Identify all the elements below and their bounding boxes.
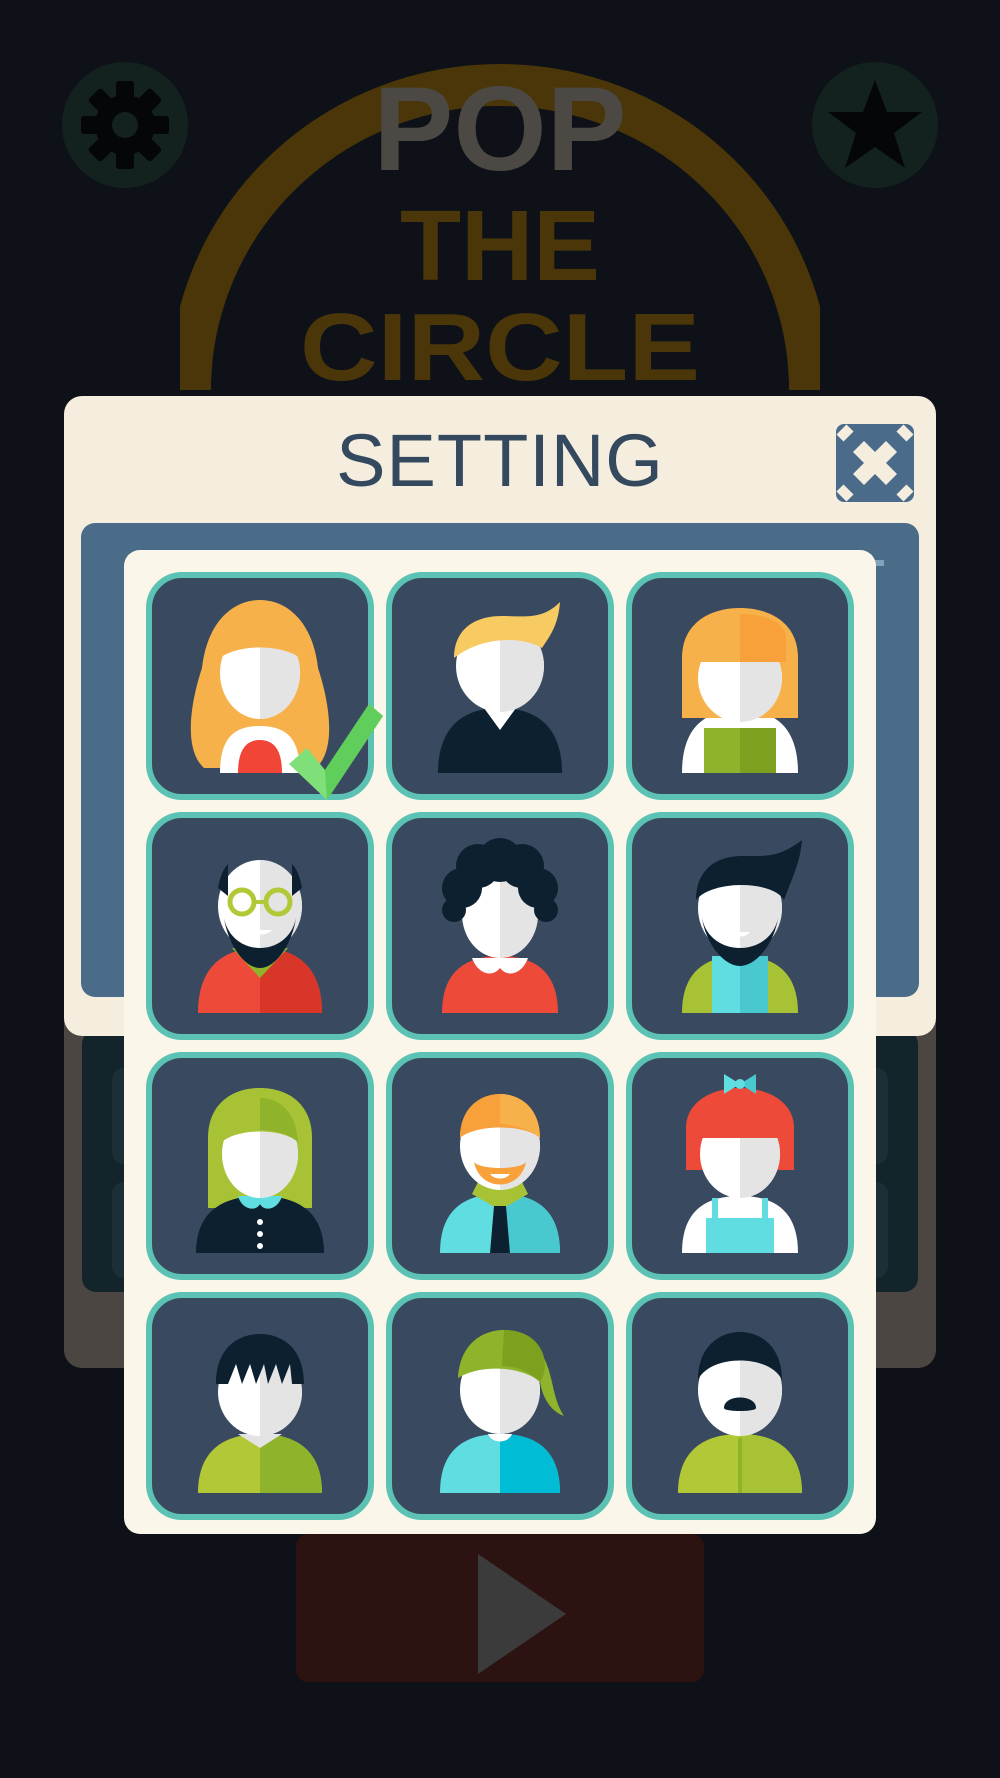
avatar-10[interactable] [146,1292,374,1520]
close-button[interactable] [836,424,914,502]
favorites-button[interactable] [812,62,938,188]
close-icon [836,424,914,502]
logo-line-2: THE [400,190,600,302]
game-logo: POP THE CIRCLE [180,60,820,400]
logo-line-3: CIRCLE [300,294,700,400]
gear-icon [81,81,169,169]
avatar-8[interactable] [386,1052,614,1280]
logo-line-1: POP [373,62,626,196]
dialog-title: SETTING [336,419,664,502]
avatar-6[interactable] [626,812,854,1040]
settings-button[interactable] [62,62,188,188]
avatar-11[interactable] [386,1292,614,1520]
avatar-picker [124,550,876,1534]
avatar-12[interactable] [626,1292,854,1520]
avatar-7[interactable] [146,1052,374,1280]
avatar-3[interactable] [626,572,854,800]
avatar-4[interactable] [146,812,374,1040]
avatar-2[interactable] [386,572,614,800]
play-button[interactable] [296,1534,704,1682]
star-icon [828,80,922,168]
avatar-5[interactable] [386,812,614,1040]
checkmark-icon [289,704,383,800]
avatar-9[interactable] [626,1052,854,1280]
play-icon [478,1554,566,1674]
